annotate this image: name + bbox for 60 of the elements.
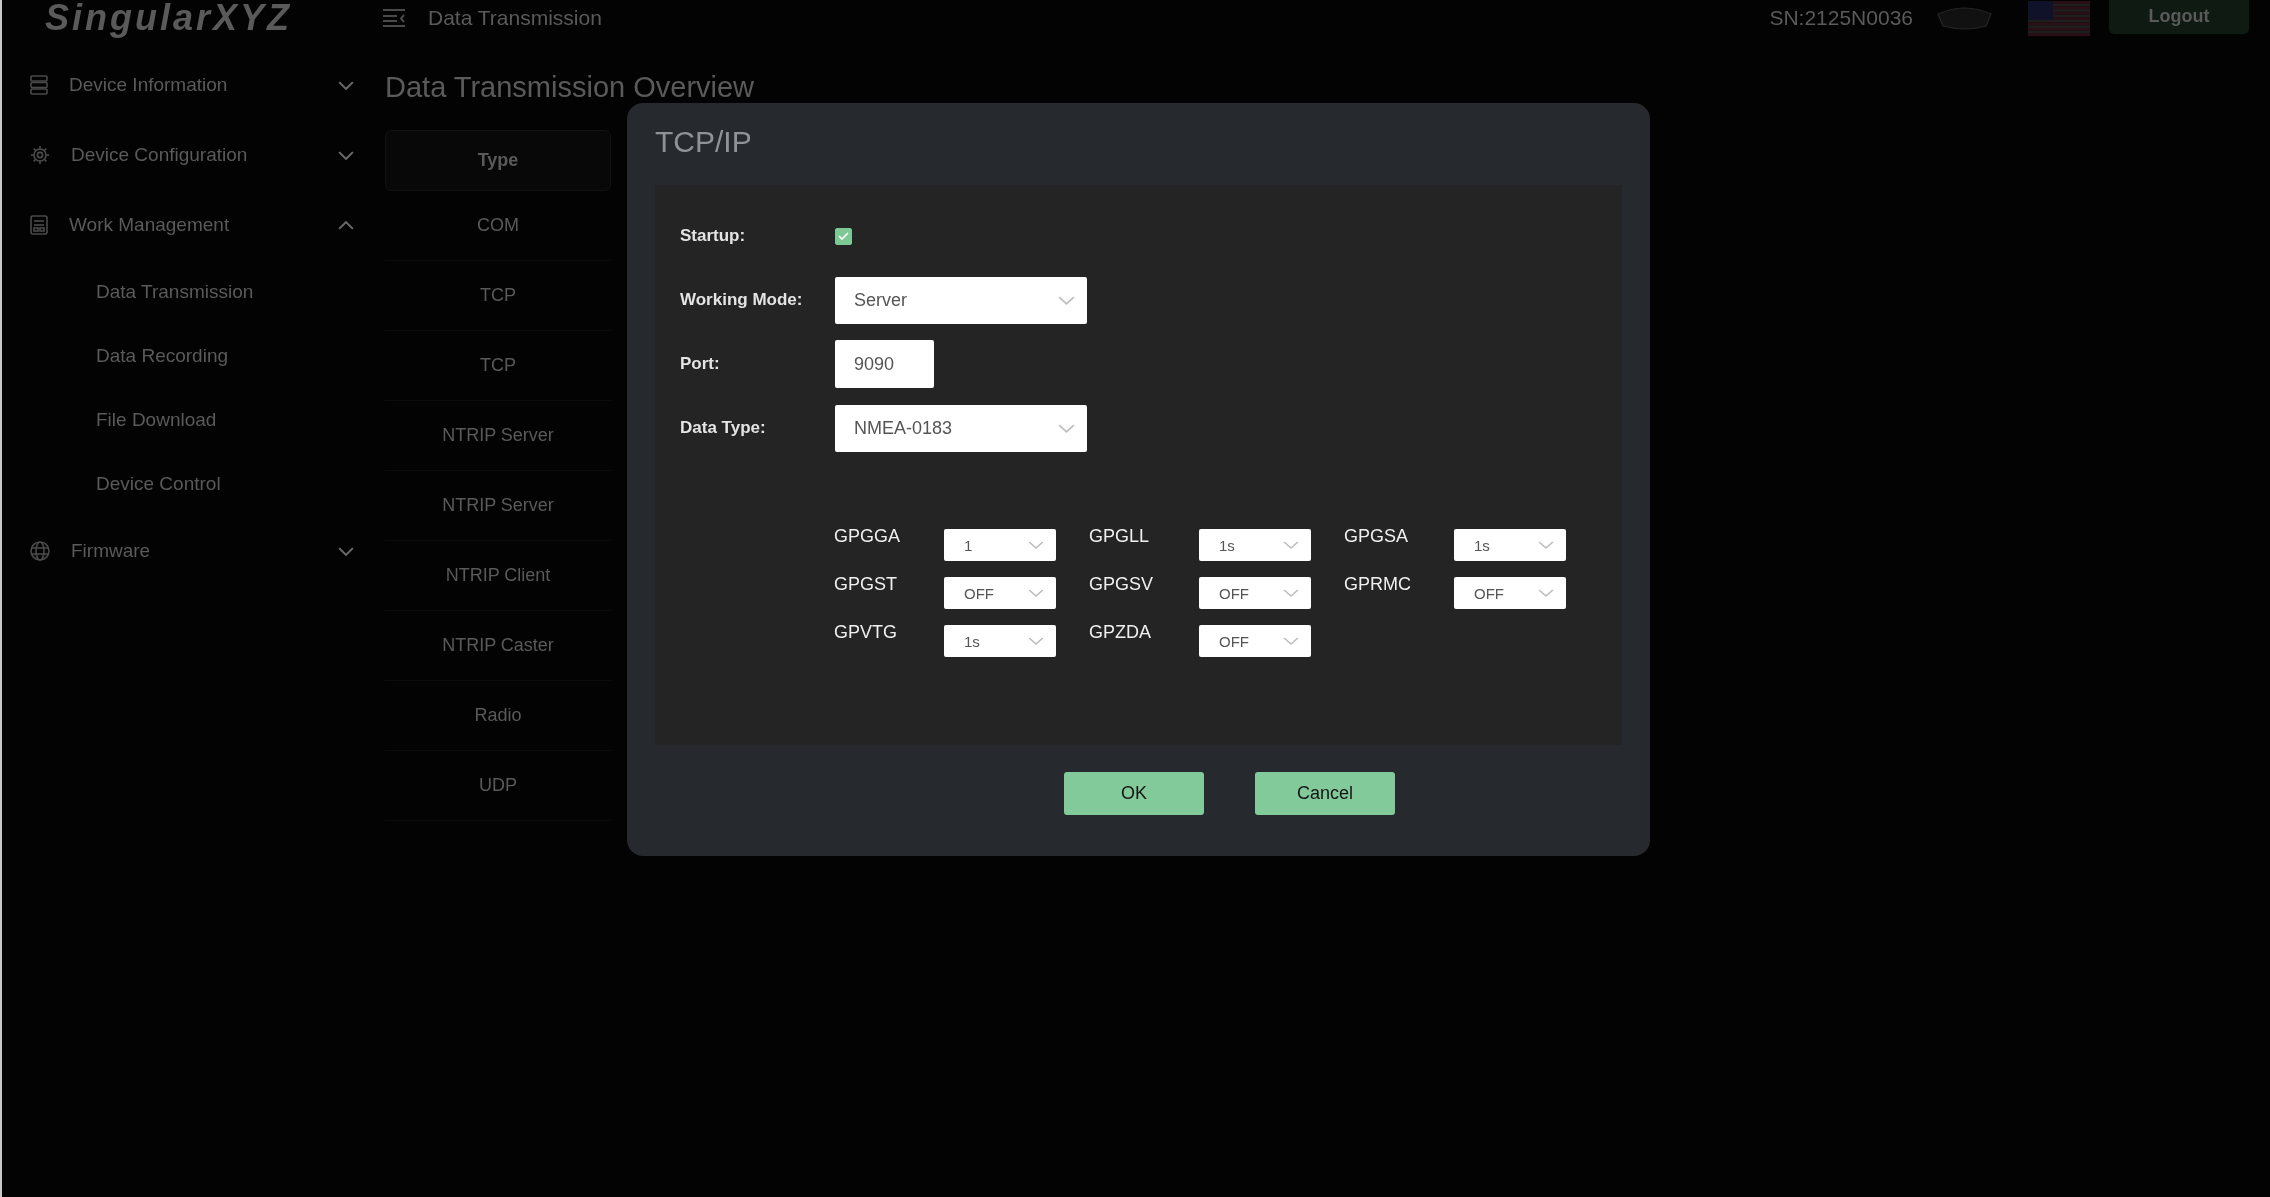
chevron-down-icon bbox=[1283, 541, 1299, 549]
rate-select[interactable]: OFF bbox=[944, 577, 1056, 609]
chevron-down-icon bbox=[1283, 637, 1299, 645]
table-cell: TCP bbox=[385, 261, 611, 331]
message-label: GPGST bbox=[834, 574, 897, 594]
field-label: Working Mode: bbox=[680, 290, 803, 309]
flag-icon[interactable] bbox=[2028, 0, 2090, 36]
checkbox[interactable] bbox=[835, 227, 852, 245]
chevron-down-icon bbox=[1283, 589, 1299, 597]
field-label: Startup: bbox=[680, 226, 746, 245]
message-label: GPVTG bbox=[834, 622, 897, 642]
dialog-button[interactable]: OK bbox=[1064, 772, 1204, 815]
dome-icon bbox=[1936, 6, 1993, 30]
column-header: Type bbox=[385, 130, 611, 191]
table-cell: TCP bbox=[385, 331, 611, 401]
table-cell: NTRIP Caster bbox=[385, 611, 611, 681]
message-label: GPGSV bbox=[1089, 574, 1154, 594]
menu-icon bbox=[383, 9, 405, 27]
chevron-down-icon bbox=[1028, 637, 1044, 645]
rate-select[interactable]: OFF bbox=[1199, 625, 1311, 657]
table-cell: NTRIP Server bbox=[385, 401, 611, 471]
chevron-down-icon bbox=[1538, 541, 1554, 549]
message-label: GPGLL bbox=[1089, 526, 1150, 546]
rate-select[interactable]: 1s bbox=[944, 625, 1056, 657]
rate-select[interactable]: OFF bbox=[1199, 577, 1311, 609]
message-label: GPGSA bbox=[1344, 526, 1409, 546]
chevron-down-icon bbox=[1058, 423, 1075, 433]
table-cell: COM bbox=[385, 191, 611, 261]
list-icon bbox=[30, 75, 48, 95]
section-title: Data Transmission Overview bbox=[385, 70, 755, 105]
chevron-down-icon bbox=[1058, 295, 1075, 305]
table-cell: Radio bbox=[385, 681, 611, 751]
table-cell: NTRIP Server bbox=[385, 471, 611, 541]
check-icon bbox=[838, 232, 849, 240]
input-field[interactable]: 9090 bbox=[835, 340, 934, 388]
chevron-down-icon bbox=[1028, 541, 1044, 549]
rate-select[interactable]: OFF bbox=[1454, 577, 1566, 609]
table-cell: UDP bbox=[385, 751, 611, 821]
page-title: Data Transmission bbox=[428, 6, 602, 30]
chevron-down-icon bbox=[1028, 589, 1044, 597]
globe-icon bbox=[30, 541, 50, 561]
chevron-down-icon bbox=[1538, 589, 1554, 597]
dialog-title: TCP/IP bbox=[655, 124, 752, 160]
rate-select[interactable]: 1 bbox=[944, 529, 1056, 561]
serial-number: SN:2125N0036 bbox=[1769, 6, 1913, 30]
logo: SingularXYZ bbox=[45, 0, 293, 36]
table-cell: NTRIP Client bbox=[385, 541, 611, 611]
rate-select[interactable]: 1s bbox=[1199, 529, 1311, 561]
settings-icon bbox=[30, 145, 50, 165]
field-label: Port: bbox=[680, 354, 720, 373]
rate-select[interactable]: 1s bbox=[1454, 529, 1566, 561]
select-field[interactable]: Server bbox=[835, 276, 1087, 324]
document-icon bbox=[30, 215, 48, 235]
menu-button[interactable] bbox=[383, 9, 405, 27]
message-label: GPZDA bbox=[1089, 622, 1151, 642]
dialog-button[interactable]: Cancel bbox=[1255, 772, 1395, 815]
message-label: GPRMC bbox=[1344, 574, 1411, 594]
message-label: GPGGA bbox=[834, 526, 900, 546]
field-label: Data Type: bbox=[680, 418, 766, 437]
select-field[interactable]: NMEA-0183 bbox=[835, 404, 1087, 452]
